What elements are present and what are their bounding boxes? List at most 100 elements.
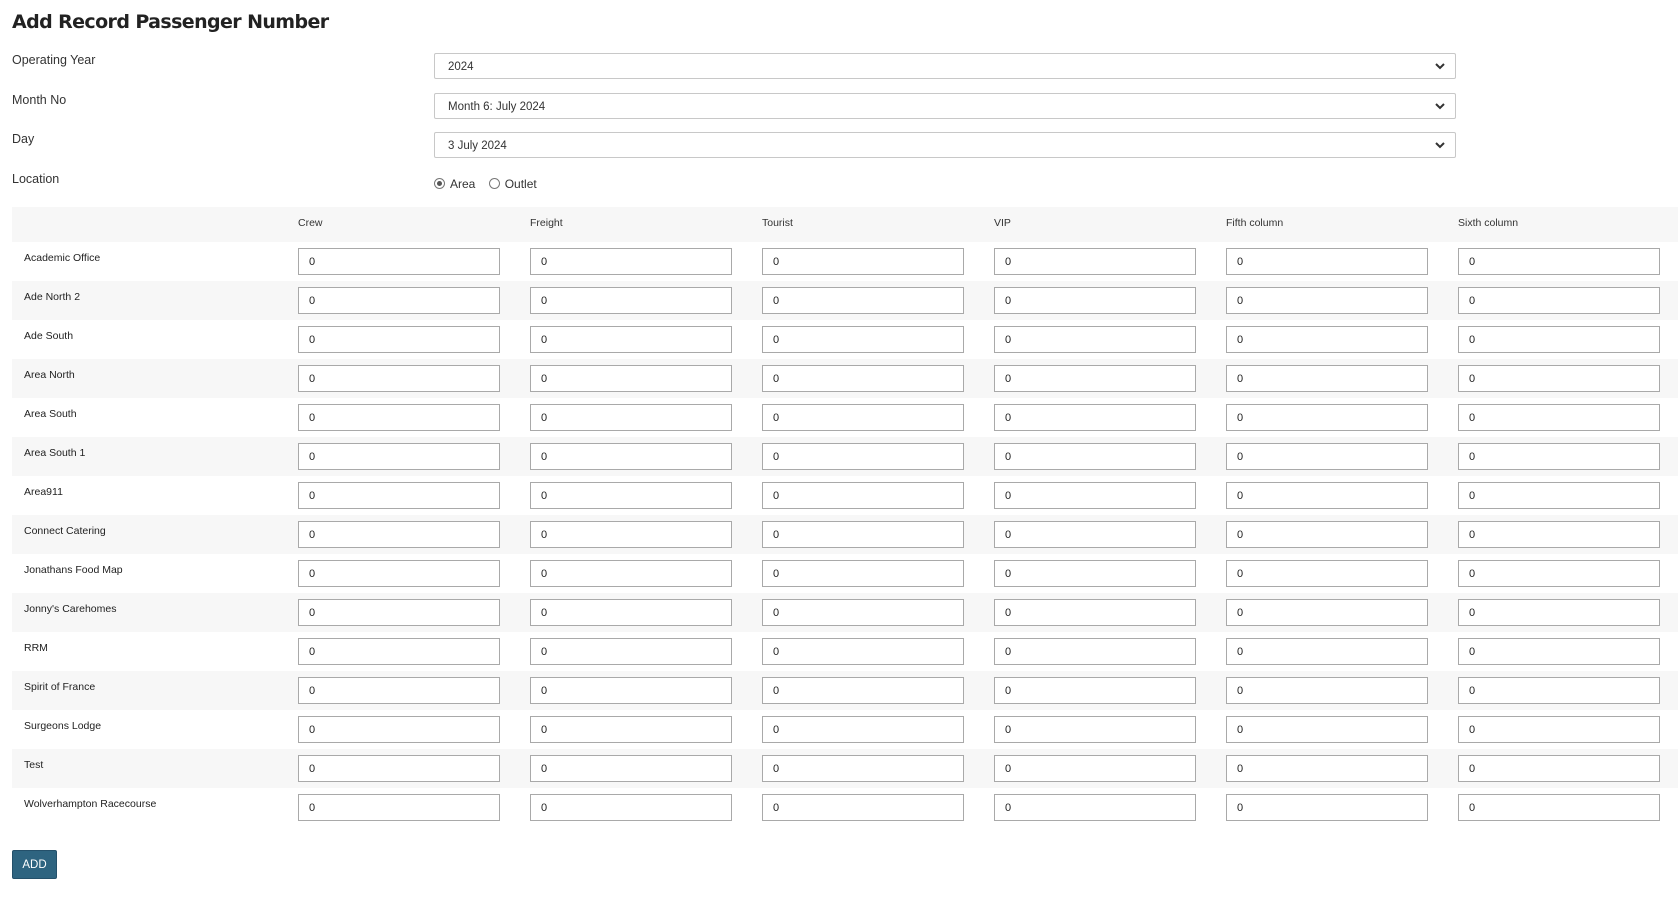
passenger-count-input[interactable]: 0 xyxy=(1458,326,1660,353)
passenger-count-input[interactable]: 0 xyxy=(298,521,500,548)
passenger-count-input[interactable]: 0 xyxy=(1226,716,1428,743)
passenger-count-input[interactable]: 0 xyxy=(762,599,964,626)
passenger-count-input[interactable]: 0 xyxy=(530,716,732,743)
passenger-count-input[interactable]: 0 xyxy=(994,326,1196,353)
passenger-count-input[interactable]: 0 xyxy=(1226,404,1428,431)
passenger-count-input[interactable]: 0 xyxy=(530,521,732,548)
passenger-count-input[interactable]: 0 xyxy=(762,677,964,704)
month-no-select[interactable]: Month 6: July 2024 xyxy=(434,93,1456,119)
passenger-count-input[interactable]: 0 xyxy=(530,638,732,665)
passenger-count-input[interactable]: 0 xyxy=(1458,716,1660,743)
passenger-count-input[interactable]: 0 xyxy=(1458,677,1660,704)
row-location-name: Ade North 2 xyxy=(24,291,81,303)
passenger-count-input[interactable]: 0 xyxy=(530,365,732,392)
passenger-count-input[interactable]: 0 xyxy=(994,755,1196,782)
area-radio-label[interactable]: Area xyxy=(450,177,475,191)
passenger-count-input[interactable]: 0 xyxy=(994,638,1196,665)
passenger-count-input[interactable]: 0 xyxy=(1226,248,1428,275)
passenger-count-input[interactable]: 0 xyxy=(530,599,732,626)
passenger-count-input[interactable]: 0 xyxy=(1458,599,1660,626)
outlet-radio[interactable] xyxy=(488,178,500,189)
passenger-count-input[interactable]: 0 xyxy=(762,404,964,431)
passenger-count-input[interactable]: 0 xyxy=(1226,755,1428,782)
passenger-count-input[interactable]: 0 xyxy=(298,482,500,509)
passenger-count-input[interactable]: 0 xyxy=(1226,677,1428,704)
passenger-count-input[interactable]: 0 xyxy=(762,755,964,782)
passenger-count-input[interactable]: 0 xyxy=(762,482,964,509)
passenger-count-input[interactable]: 0 xyxy=(1458,482,1660,509)
passenger-count-input[interactable]: 0 xyxy=(1458,365,1660,392)
passenger-count-input[interactable]: 0 xyxy=(994,677,1196,704)
passenger-count-input[interactable]: 0 xyxy=(1226,482,1428,509)
passenger-count-input[interactable]: 0 xyxy=(994,482,1196,509)
passenger-count-input[interactable]: 0 xyxy=(1458,560,1660,587)
passenger-count-input[interactable]: 0 xyxy=(762,638,964,665)
passenger-count-input[interactable]: 0 xyxy=(994,404,1196,431)
passenger-count-input[interactable]: 0 xyxy=(530,443,732,470)
passenger-count-input[interactable]: 0 xyxy=(298,755,500,782)
passenger-count-input[interactable]: 0 xyxy=(762,248,964,275)
passenger-count-input[interactable]: 0 xyxy=(298,599,500,626)
area-radio[interactable] xyxy=(434,178,445,189)
passenger-count-input[interactable]: 0 xyxy=(1458,404,1660,431)
passenger-count-input[interactable]: 0 xyxy=(1226,287,1428,314)
add-button[interactable]: ADD xyxy=(12,850,57,879)
passenger-count-input[interactable]: 0 xyxy=(298,326,500,353)
passenger-count-input[interactable]: 0 xyxy=(762,365,964,392)
passenger-count-input[interactable]: 0 xyxy=(994,521,1196,548)
passenger-count-input[interactable]: 0 xyxy=(1226,638,1428,665)
passenger-count-input[interactable]: 0 xyxy=(1458,248,1660,275)
location-row: Location Area Outlet xyxy=(0,172,1678,200)
passenger-count-input[interactable]: 0 xyxy=(994,287,1196,314)
passenger-count-input[interactable]: 0 xyxy=(530,794,732,821)
passenger-count-input[interactable]: 0 xyxy=(1226,365,1428,392)
passenger-count-input[interactable]: 0 xyxy=(994,716,1196,743)
passenger-count-input[interactable]: 0 xyxy=(994,365,1196,392)
passenger-count-input[interactable]: 0 xyxy=(298,443,500,470)
passenger-count-input[interactable]: 0 xyxy=(530,404,732,431)
passenger-count-input[interactable]: 0 xyxy=(994,248,1196,275)
passenger-count-input[interactable]: 0 xyxy=(994,794,1196,821)
passenger-count-input[interactable]: 0 xyxy=(530,755,732,782)
passenger-count-input[interactable]: 0 xyxy=(1458,755,1660,782)
passenger-count-input[interactable]: 0 xyxy=(298,248,500,275)
passenger-count-input[interactable]: 0 xyxy=(298,638,500,665)
outlet-radio-label[interactable]: Outlet xyxy=(505,177,537,191)
passenger-count-input[interactable]: 0 xyxy=(762,794,964,821)
passenger-count-input[interactable]: 0 xyxy=(530,677,732,704)
passenger-count-input[interactable]: 0 xyxy=(298,794,500,821)
passenger-count-input[interactable]: 0 xyxy=(762,443,964,470)
passenger-count-input[interactable]: 0 xyxy=(1226,521,1428,548)
passenger-count-input[interactable]: 0 xyxy=(762,521,964,548)
passenger-count-input[interactable]: 0 xyxy=(530,482,732,509)
passenger-count-input[interactable]: 0 xyxy=(1458,638,1660,665)
passenger-count-input[interactable]: 0 xyxy=(1226,443,1428,470)
passenger-count-input[interactable]: 0 xyxy=(298,404,500,431)
passenger-count-input[interactable]: 0 xyxy=(762,287,964,314)
passenger-count-input[interactable]: 0 xyxy=(994,443,1196,470)
passenger-count-input[interactable]: 0 xyxy=(530,287,732,314)
passenger-count-input[interactable]: 0 xyxy=(298,560,500,587)
passenger-count-input[interactable]: 0 xyxy=(1458,521,1660,548)
passenger-count-input[interactable]: 0 xyxy=(1458,443,1660,470)
passenger-count-input[interactable]: 0 xyxy=(530,326,732,353)
passenger-count-input[interactable]: 0 xyxy=(530,560,732,587)
passenger-count-input[interactable]: 0 xyxy=(298,365,500,392)
passenger-count-input[interactable]: 0 xyxy=(1226,326,1428,353)
passenger-count-input[interactable]: 0 xyxy=(994,560,1196,587)
passenger-count-input[interactable]: 0 xyxy=(298,287,500,314)
passenger-count-input[interactable]: 0 xyxy=(1458,794,1660,821)
operating-year-select[interactable]: 2024 xyxy=(434,53,1456,79)
passenger-count-input[interactable]: 0 xyxy=(762,560,964,587)
passenger-count-input[interactable]: 0 xyxy=(762,716,964,743)
passenger-count-input[interactable]: 0 xyxy=(1226,599,1428,626)
passenger-count-input[interactable]: 0 xyxy=(1226,794,1428,821)
passenger-count-input[interactable]: 0 xyxy=(762,326,964,353)
passenger-count-input[interactable]: 0 xyxy=(994,599,1196,626)
passenger-count-input[interactable]: 0 xyxy=(1226,560,1428,587)
day-select[interactable]: 3 July 2024 xyxy=(434,132,1456,158)
passenger-count-input[interactable]: 0 xyxy=(530,248,732,275)
passenger-count-input[interactable]: 0 xyxy=(298,716,500,743)
passenger-count-input[interactable]: 0 xyxy=(298,677,500,704)
passenger-count-input[interactable]: 0 xyxy=(1458,287,1660,314)
